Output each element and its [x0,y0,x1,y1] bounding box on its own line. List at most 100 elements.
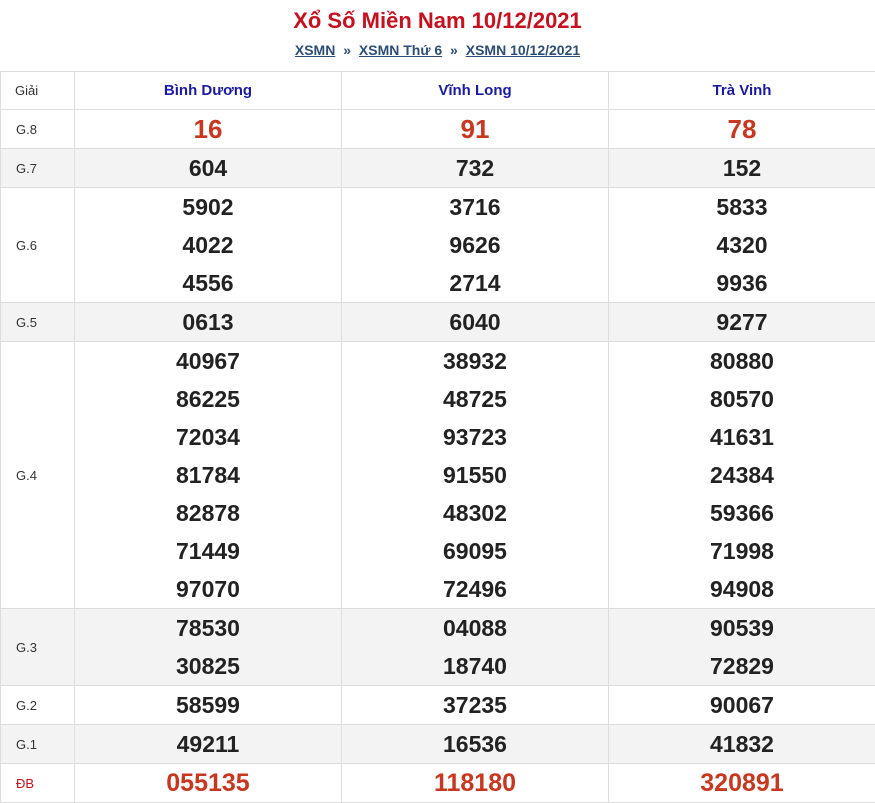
prize-cell: 40967862257203481784828787144997070 [75,342,342,609]
prize-row: G.2585993723590067 [1,686,875,725]
prize-number: 118180 [342,764,608,802]
prize-number: 71449 [75,532,341,570]
prize-number: 72829 [609,647,875,685]
prize-label: G.1 [1,725,75,764]
prize-number: 72034 [75,418,341,456]
breadcrumb-link-xsmn-thu-6[interactable]: XSMN Thứ 6 [359,42,442,58]
prize-number: 4556 [75,264,341,302]
prize-number: 0613 [75,303,341,341]
prize-number: 59366 [609,494,875,532]
prize-number: 91 [342,110,608,148]
prize-number: 9277 [609,303,875,341]
prize-number: 58599 [75,686,341,724]
prize-number: 2714 [342,264,608,302]
prize-number: 4022 [75,226,341,264]
prize-label: G.4 [1,342,75,609]
table-header-row: Giải Bình Dương Vĩnh Long Trà Vinh [1,72,875,110]
prize-row: G.3785303082504088187409053972829 [1,609,875,686]
prize-cell: 37235 [342,686,609,725]
prize-number: 80880 [609,342,875,380]
prize-label: G.7 [1,149,75,188]
prize-cell: 16 [75,110,342,149]
prize-number: 81784 [75,456,341,494]
prize-number: 18740 [342,647,608,685]
prize-number: 16536 [342,725,608,763]
prize-row: G.8169178 [1,110,875,149]
prize-number: 9626 [342,226,608,264]
prize-cell: 055135 [75,764,342,803]
prize-cell: 49211 [75,725,342,764]
prize-number: 71998 [609,532,875,570]
breadcrumb-link-xsmn[interactable]: XSMN [295,42,335,58]
page-header: Xổ Số Miền Nam 10/12/2021 XSMN » XSMN Th… [0,0,875,71]
results-body: G.8169178G.7604732152G.65902402245563716… [1,110,875,803]
prize-number: 16 [75,110,341,148]
prize-number: 94908 [609,570,875,608]
prize-cell: 371696262714 [342,188,609,303]
prize-number: 86225 [75,380,341,418]
prize-cell: 6040 [342,303,609,342]
prize-number: 152 [609,149,875,187]
prize-row: G.6590240224556371696262714583343209936 [1,188,875,303]
page-title: Xổ Số Miền Nam 10/12/2021 [0,0,875,34]
prize-cell: 7853030825 [75,609,342,686]
prize-number: 48302 [342,494,608,532]
prize-number: 72496 [342,570,608,608]
prize-number: 604 [75,149,341,187]
prize-cell: 90067 [609,686,875,725]
prize-label: ĐB [1,764,75,803]
prize-cell: 58599 [75,686,342,725]
prize-cell: 732 [342,149,609,188]
prize-number: 48725 [342,380,608,418]
prize-number: 6040 [342,303,608,341]
prize-number: 320891 [609,764,875,802]
prize-number: 24384 [609,456,875,494]
prize-cell: 91 [342,110,609,149]
prize-label: G.3 [1,609,75,686]
prize-cell: 0613 [75,303,342,342]
prize-number: 3716 [342,188,608,226]
prize-number: 37235 [342,686,608,724]
prize-number: 5902 [75,188,341,226]
prize-label: G.5 [1,303,75,342]
province-header: Trà Vinh [609,72,875,110]
prize-row: ĐB055135118180320891 [1,764,875,803]
breadcrumb: XSMN » XSMN Thứ 6 » XSMN 10/12/2021 [0,40,875,60]
prize-cell: 320891 [609,764,875,803]
province-header: Bình Dương [75,72,342,110]
prize-number: 38932 [342,342,608,380]
prize-number: 41832 [609,725,875,763]
prize-number: 5833 [609,188,875,226]
prize-number: 04088 [342,609,608,647]
breadcrumb-separator: » [343,42,351,58]
prize-number: 80570 [609,380,875,418]
prize-cell: 41832 [609,725,875,764]
prize-cell: 583343209936 [609,188,875,303]
prize-cell: 38932487259372391550483026909572496 [342,342,609,609]
prize-number: 91550 [342,456,608,494]
prize-number: 9936 [609,264,875,302]
prize-number: 055135 [75,764,341,802]
prize-cell: 604 [75,149,342,188]
prize-cell: 9053972829 [609,609,875,686]
prize-number: 69095 [342,532,608,570]
prize-number: 30825 [75,647,341,685]
prize-cell: 78 [609,110,875,149]
prize-number: 41631 [609,418,875,456]
prize-cell: 80880805704163124384593667199894908 [609,342,875,609]
prize-number: 49211 [75,725,341,763]
prize-number: 97070 [75,570,341,608]
prize-cell: 0408818740 [342,609,609,686]
prize-number: 40967 [75,342,341,380]
breadcrumb-separator: » [450,42,458,58]
prize-number: 90539 [609,609,875,647]
prize-column-header: Giải [1,72,75,110]
prize-row: G.1492111653641832 [1,725,875,764]
results-table: Giải Bình Dương Vĩnh Long Trà Vinh G.816… [0,71,875,803]
prize-number: 732 [342,149,608,187]
prize-row: G.5061360409277 [1,303,875,342]
prize-cell: 152 [609,149,875,188]
prize-row: G.7604732152 [1,149,875,188]
breadcrumb-link-xsmn-date[interactable]: XSMN 10/12/2021 [466,42,580,58]
prize-cell: 16536 [342,725,609,764]
